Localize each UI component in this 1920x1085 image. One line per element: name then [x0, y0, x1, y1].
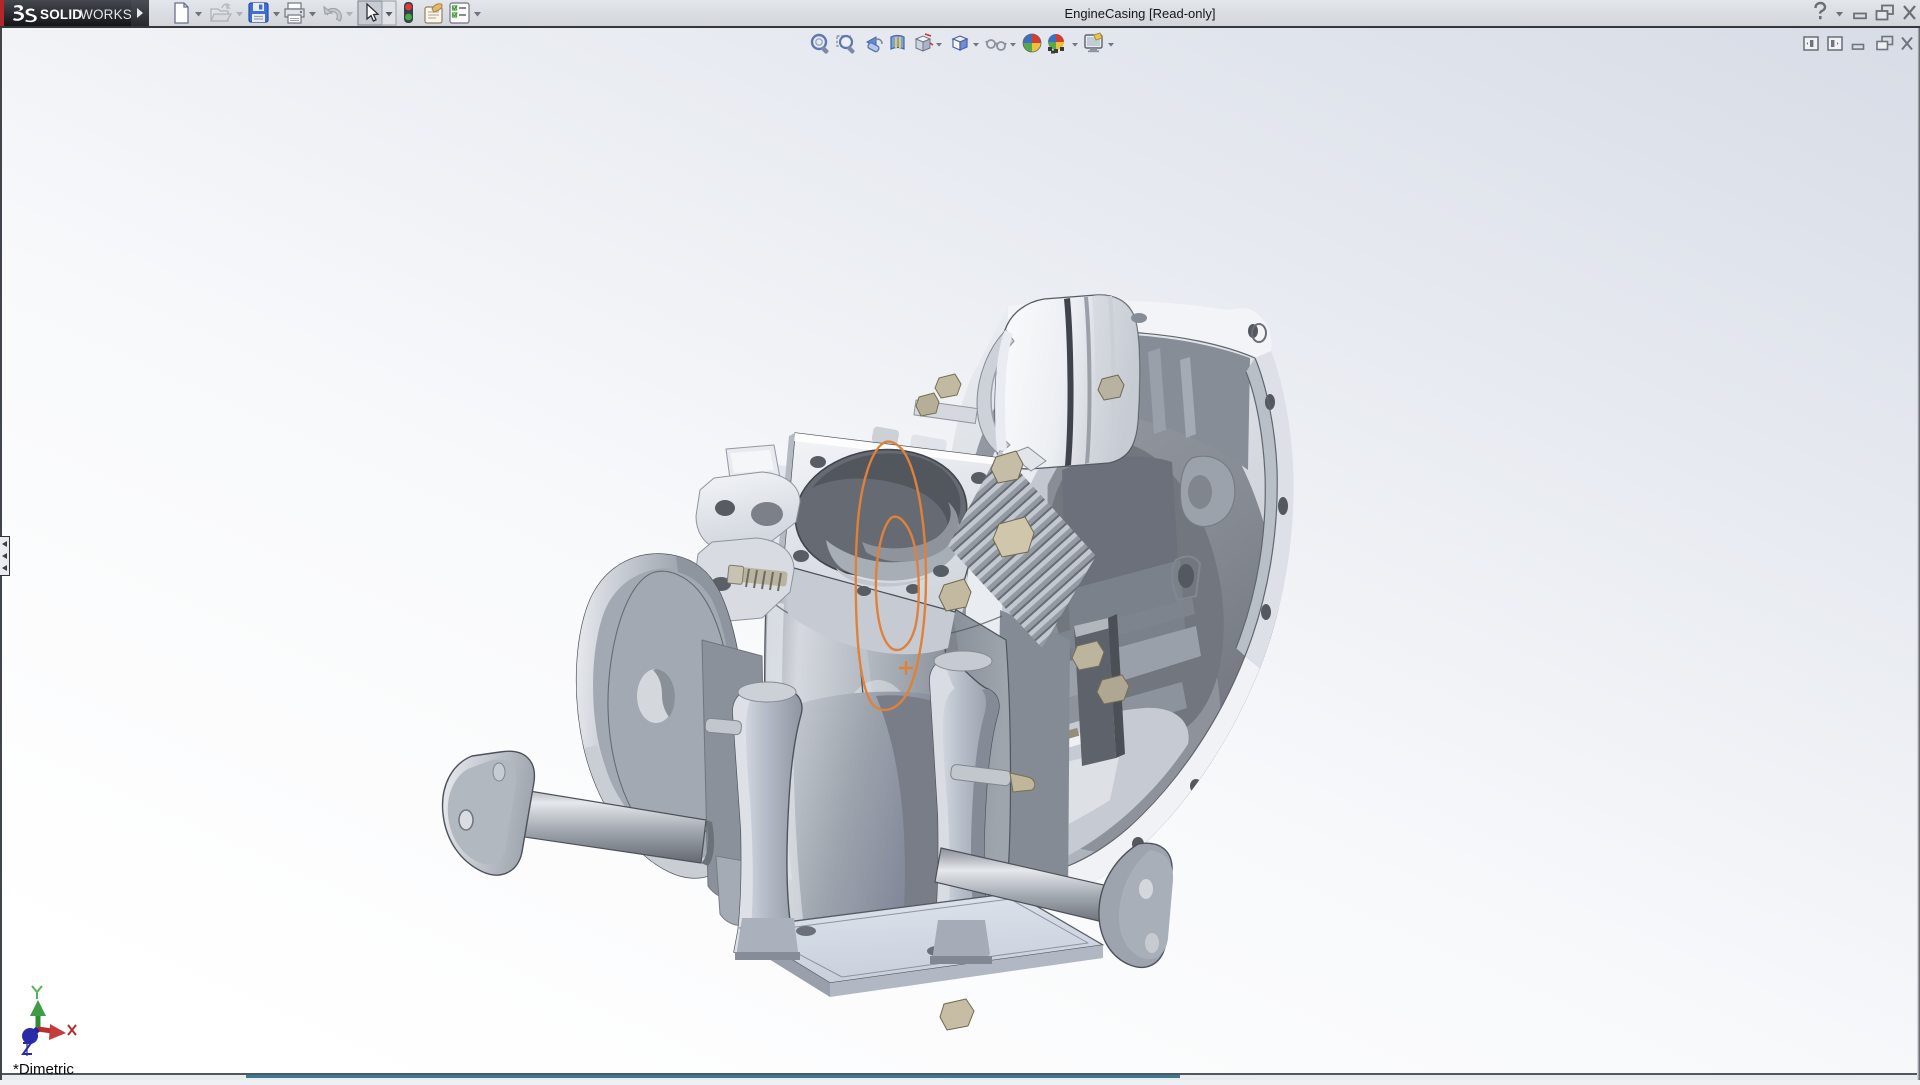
- svg-text:SOLID: SOLID: [40, 7, 82, 22]
- svg-text:WORKS: WORKS: [80, 7, 131, 22]
